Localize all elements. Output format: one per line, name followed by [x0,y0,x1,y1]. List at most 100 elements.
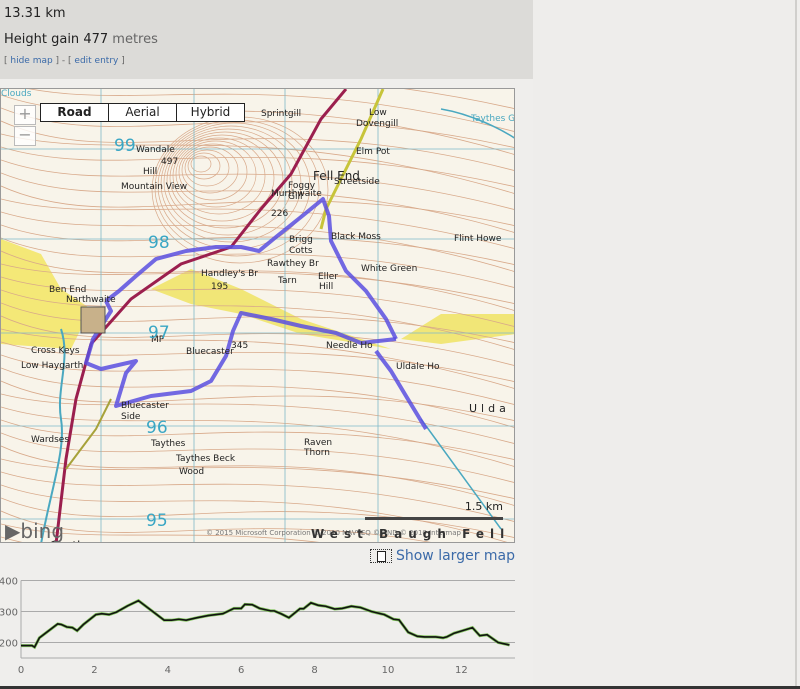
place-label: Ulda [469,402,510,415]
place-label: Dovengill [356,119,399,129]
grid-number: 99 [114,136,136,156]
place-label: 226 [271,209,289,219]
place-label: Raven [304,438,333,448]
contour-line [1,159,514,210]
x-tick-label: 10 [382,665,395,676]
scale-label: 1.5 km [464,500,503,513]
place-label: 345 [231,341,249,351]
gain-value: 477 [83,32,109,47]
contour-line [1,120,514,171]
map-expand-icon [369,549,392,563]
contour-line [1,237,514,288]
route-line [84,300,397,408]
place-label: 195 [211,282,229,292]
place-label: Mountain View [121,182,188,192]
place-label: 497 [161,157,179,167]
place-label: Needle Ho [326,341,373,351]
place-label: Low Haygarth [21,361,84,371]
contour-line [1,146,514,187]
place-label: Cotts [289,246,313,256]
route-info-panel: 13.31 km Height gain 477 metres [ hide m… [0,0,533,79]
gain-label: Height gain [4,32,80,47]
contour-line [178,143,248,201]
x-tick-label: 12 [455,665,468,676]
place-label: Wandale [136,145,175,155]
place-label: Low [369,108,387,118]
grid-number: 95 [146,511,168,531]
grid-number: 97 [148,323,170,343]
bing-logo: ▶bing [5,519,65,543]
zoom-out-button[interactable]: − [14,126,36,146]
height-gain: Height gain 477 metres [4,32,158,47]
contour-line [1,367,514,428]
bing-icon: ▶ [5,519,21,543]
x-tick-label: 2 [91,665,97,676]
fell-label: West Baugh Fell [311,527,511,541]
place-label: Uldale Ho [396,362,440,372]
contour-line [1,406,514,467]
place-label: White Green [361,264,418,274]
place-label: Side [121,412,141,422]
elevation-line [21,599,510,649]
right-pane [533,0,797,689]
y-tick-label: 300 [0,608,18,619]
map-links: [ hide map ] - [ edit entry ] [4,56,125,66]
contour-line [1,133,514,194]
place-label: Hill [319,282,334,292]
map-type-road[interactable]: Road [41,104,109,121]
map-canvas[interactable] [1,89,515,543]
contour-line [1,198,514,249]
place-label: Gill [288,192,303,202]
zoom-in-button[interactable]: + [14,105,36,125]
contour-line [184,149,230,187]
contour-line [1,211,514,272]
contour-line [1,432,514,483]
place-label: Taythes [151,439,186,449]
gain-unit: metres [112,32,158,47]
place-label: Eller [318,272,338,282]
map-view[interactable]: + − Road Aerial Hybrid Wandale 497 Hill Mou… [0,88,515,543]
place-label: Bluecaster [186,347,234,357]
place-label: Brigg [289,235,313,245]
place-label: Taythes Beck [176,454,236,464]
map-type-selector: Road Aerial Hybrid [40,103,245,122]
place-label: Black Moss [331,232,381,242]
contour-line [187,152,221,180]
x-tick-label: 4 [165,665,171,676]
contour-line [1,471,514,522]
bing-text: bing [20,519,65,543]
map-type-aerial[interactable]: Aerial [109,104,177,121]
x-tick-label: 6 [238,665,244,676]
y-tick-label: 400 [0,577,18,588]
contour-line [1,172,514,233]
edit-entry-link[interactable]: edit entry [74,56,118,66]
place-label: Streetside [334,177,380,187]
place-label: Thorn [304,448,330,458]
start-marker-icon [80,306,106,334]
grid-number: 98 [148,233,170,253]
place-label: Flint Howe [454,234,502,244]
hide-map-link[interactable]: hide map [10,56,52,66]
distance: 13.31 km [4,6,66,21]
place-label: Taythes Gill [471,114,515,124]
place-label: Foggy [288,181,316,191]
place-label: Tarn [278,276,297,286]
x-tick-label: 0 [18,665,24,676]
place-label: Elm Pot [356,147,390,157]
place-label: Hill [143,167,158,177]
show-larger-label: Show larger map [395,548,515,564]
map-type-hybrid[interactable]: Hybrid [177,104,244,121]
contour-line [1,445,514,506]
place-label: Wardses [31,435,70,445]
elevation-chart: 200 300 400 0 2 4 6 8 10 12 [0,577,515,676]
show-larger-map-link[interactable]: Show larger map [369,548,515,564]
x-tick-label: 8 [311,665,317,676]
elevation-line-halo [21,598,510,650]
place-label: Bluecaster [121,401,169,411]
y-tick-label: 200 [0,639,18,650]
scale-bar [365,517,503,520]
place-label: Narthwaite [66,295,116,305]
place-label: Sprintgill [261,109,302,119]
place-label: Clouds [1,89,32,99]
grid-number: 96 [146,418,168,438]
